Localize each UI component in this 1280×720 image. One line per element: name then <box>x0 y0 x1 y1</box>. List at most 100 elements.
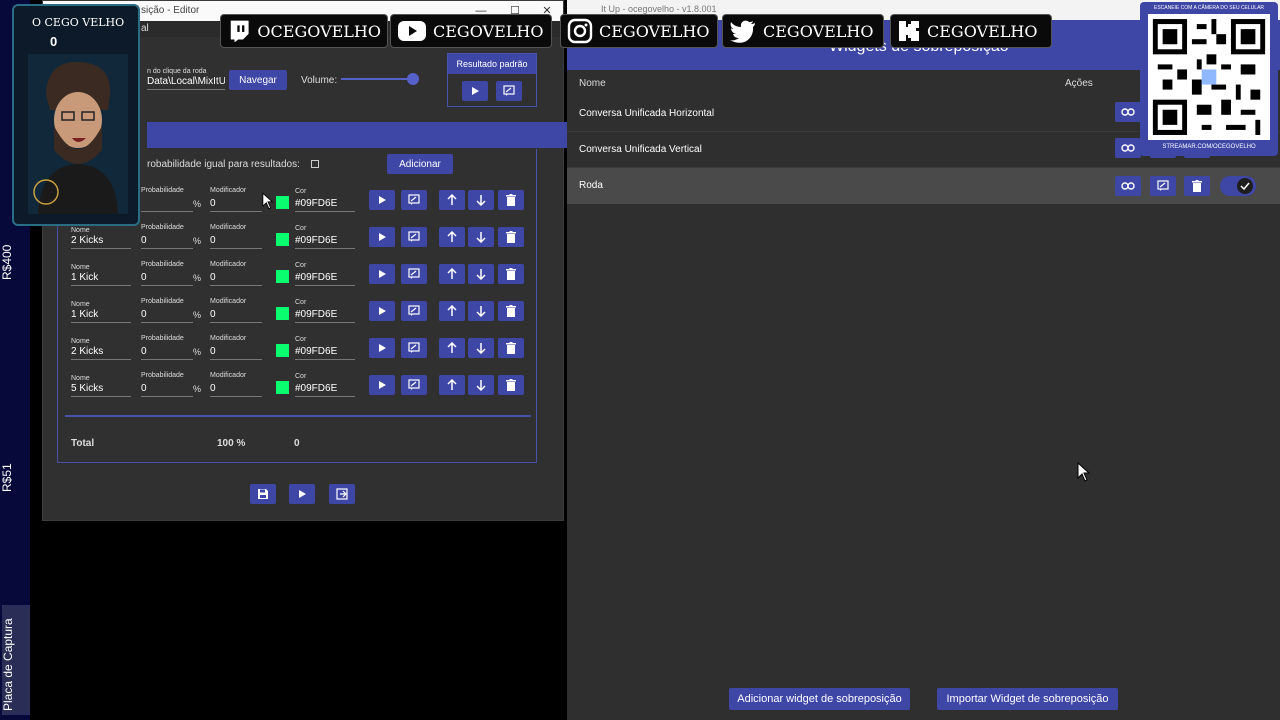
row-percent-sign: % <box>193 273 202 283</box>
row-name-label: Nome <box>71 375 90 382</box>
qr-caption: ESCANEIE COM A CÂMERA DO SEU CELULAR <box>1153 5 1265 11</box>
widget-link-button[interactable] <box>1115 176 1141 196</box>
row-move-up-button[interactable] <box>439 264 465 284</box>
arrow-up-icon <box>447 231 457 242</box>
row-color-field[interactable]: #09FD6E <box>295 346 355 360</box>
widget-row-selected[interactable]: Roda <box>567 168 1280 204</box>
total-modifier: 0 <box>294 438 300 449</box>
row-probability-field[interactable] <box>141 198 193 212</box>
volume-slider-handle[interactable] <box>407 73 419 85</box>
row-color-swatch[interactable] <box>276 344 289 357</box>
editor-title: sição - Editor <box>141 5 200 16</box>
row-color-field[interactable]: #09FD6E <box>295 272 355 286</box>
row-probability-field[interactable]: 0 <box>141 272 193 286</box>
row-play-button[interactable] <box>369 301 395 321</box>
path-field[interactable]: Data\Local\MixItU <box>147 76 225 90</box>
row-name-field[interactable]: 1 Kick <box>71 309 131 323</box>
row-color-field[interactable]: #09FD6E <box>295 309 355 323</box>
row-modifier-field[interactable]: 0 <box>210 272 262 286</box>
widget-link-button[interactable] <box>1115 102 1141 122</box>
qr-url: STREAMAR.COM/OCEGOVELHO <box>1162 144 1256 150</box>
row-move-up-button[interactable] <box>439 227 465 247</box>
row-probability-field[interactable]: 0 <box>141 235 193 249</box>
row-modifier-field[interactable]: 0 <box>210 383 262 397</box>
browse-button[interactable]: Navegar <box>229 70 287 90</box>
row-name-field[interactable]: 2 Kicks <box>71 346 131 360</box>
row-play-button[interactable] <box>369 190 395 210</box>
default-play-button[interactable] <box>462 81 488 101</box>
row-color-swatch[interactable] <box>276 381 289 394</box>
equal-probability-checkbox[interactable] <box>311 160 319 168</box>
row-probability-field[interactable]: 0 <box>141 383 193 397</box>
volume-slider-track[interactable] <box>341 78 415 80</box>
row-move-down-button[interactable] <box>468 190 494 210</box>
widget-edit-button[interactable] <box>1150 176 1176 196</box>
row-delete-button[interactable] <box>498 227 524 247</box>
row-play-button[interactable] <box>369 338 395 358</box>
add-widget-button[interactable]: Adicionar widget de sobreposição <box>729 688 910 710</box>
row-delete-button[interactable] <box>498 190 524 210</box>
import-widget-button[interactable]: Importar Widget de sobreposição <box>937 688 1118 710</box>
row-edit-button[interactable] <box>401 338 427 358</box>
row-move-down-button[interactable] <box>468 227 494 247</box>
row-play-button[interactable] <box>369 375 395 395</box>
export-button[interactable] <box>329 484 355 504</box>
row-move-down-button[interactable] <box>468 375 494 395</box>
row-modifier-field[interactable]: 0 <box>210 235 262 249</box>
row-color-swatch[interactable] <box>276 196 289 209</box>
row-delete-button[interactable] <box>498 264 524 284</box>
widget-enabled-toggle[interactable] <box>1220 176 1256 196</box>
row-name-field[interactable]: 1 Kick <box>71 272 131 286</box>
arrow-down-icon <box>476 306 486 317</box>
arrow-up-icon <box>447 305 457 316</box>
row-move-up-button[interactable] <box>439 338 465 358</box>
row-edit-button[interactable] <box>401 301 427 321</box>
row-move-up-button[interactable] <box>439 190 465 210</box>
preview-play-button[interactable] <box>289 484 315 504</box>
row-move-up-button[interactable] <box>439 301 465 321</box>
row-move-down-button[interactable] <box>468 338 494 358</box>
row-delete-button[interactable] <box>498 301 524 321</box>
widget-link-button[interactable] <box>1115 138 1141 158</box>
link-icon <box>1121 108 1135 116</box>
save-button[interactable] <box>250 484 276 504</box>
row-modifier-field[interactable]: 0 <box>210 198 262 212</box>
row-delete-button[interactable] <box>498 338 524 358</box>
total-label: Total <box>71 438 95 449</box>
row-color-swatch[interactable] <box>276 233 289 246</box>
row-modifier-field[interactable]: 0 <box>210 346 262 360</box>
row-edit-button[interactable] <box>401 190 427 210</box>
twitch-handle: OCEGOVELHO <box>257 21 381 41</box>
row-modifier-field[interactable]: 0 <box>210 309 262 323</box>
row-probability-field[interactable]: 0 <box>141 309 193 323</box>
default-edit-button[interactable] <box>496 81 522 101</box>
row-delete-button[interactable] <box>498 375 524 395</box>
menu-item[interactable]: al <box>141 23 149 34</box>
row-edit-button[interactable] <box>401 227 427 247</box>
widget-delete-button[interactable] <box>1184 176 1210 196</box>
row-color-label: Cor <box>295 299 307 306</box>
row-probability-label: Probabilidade <box>141 187 184 194</box>
add-result-button[interactable]: Adicionar <box>387 154 453 174</box>
edit-message-icon <box>408 305 420 316</box>
row-play-button[interactable] <box>369 227 395 247</box>
row-edit-button[interactable] <box>401 375 427 395</box>
equal-probability-label: robabilidade igual para resultados: <box>147 159 300 170</box>
row-name-field[interactable]: 5 Kicks <box>71 383 131 397</box>
row-move-up-button[interactable] <box>439 375 465 395</box>
row-color-swatch[interactable] <box>276 307 289 320</box>
row-color-swatch[interactable] <box>276 270 289 283</box>
row-play-button[interactable] <box>369 264 395 284</box>
total-percent: 100 % <box>217 438 246 449</box>
row-move-down-button[interactable] <box>468 264 494 284</box>
row-move-down-button[interactable] <box>468 301 494 321</box>
row-color-field[interactable]: #09FD6E <box>295 198 355 212</box>
row-color-field[interactable]: #09FD6E <box>295 235 355 249</box>
play-icon <box>379 381 386 389</box>
row-color-field[interactable]: #09FD6E <box>295 383 355 397</box>
row-probability-field[interactable]: 0 <box>141 346 193 360</box>
row-edit-button[interactable] <box>401 264 427 284</box>
section-header-bar <box>147 122 579 148</box>
row-name-field[interactable]: 2 Kicks <box>71 235 131 249</box>
capture-card-tab[interactable]: Placa de Captura <box>1 605 30 715</box>
